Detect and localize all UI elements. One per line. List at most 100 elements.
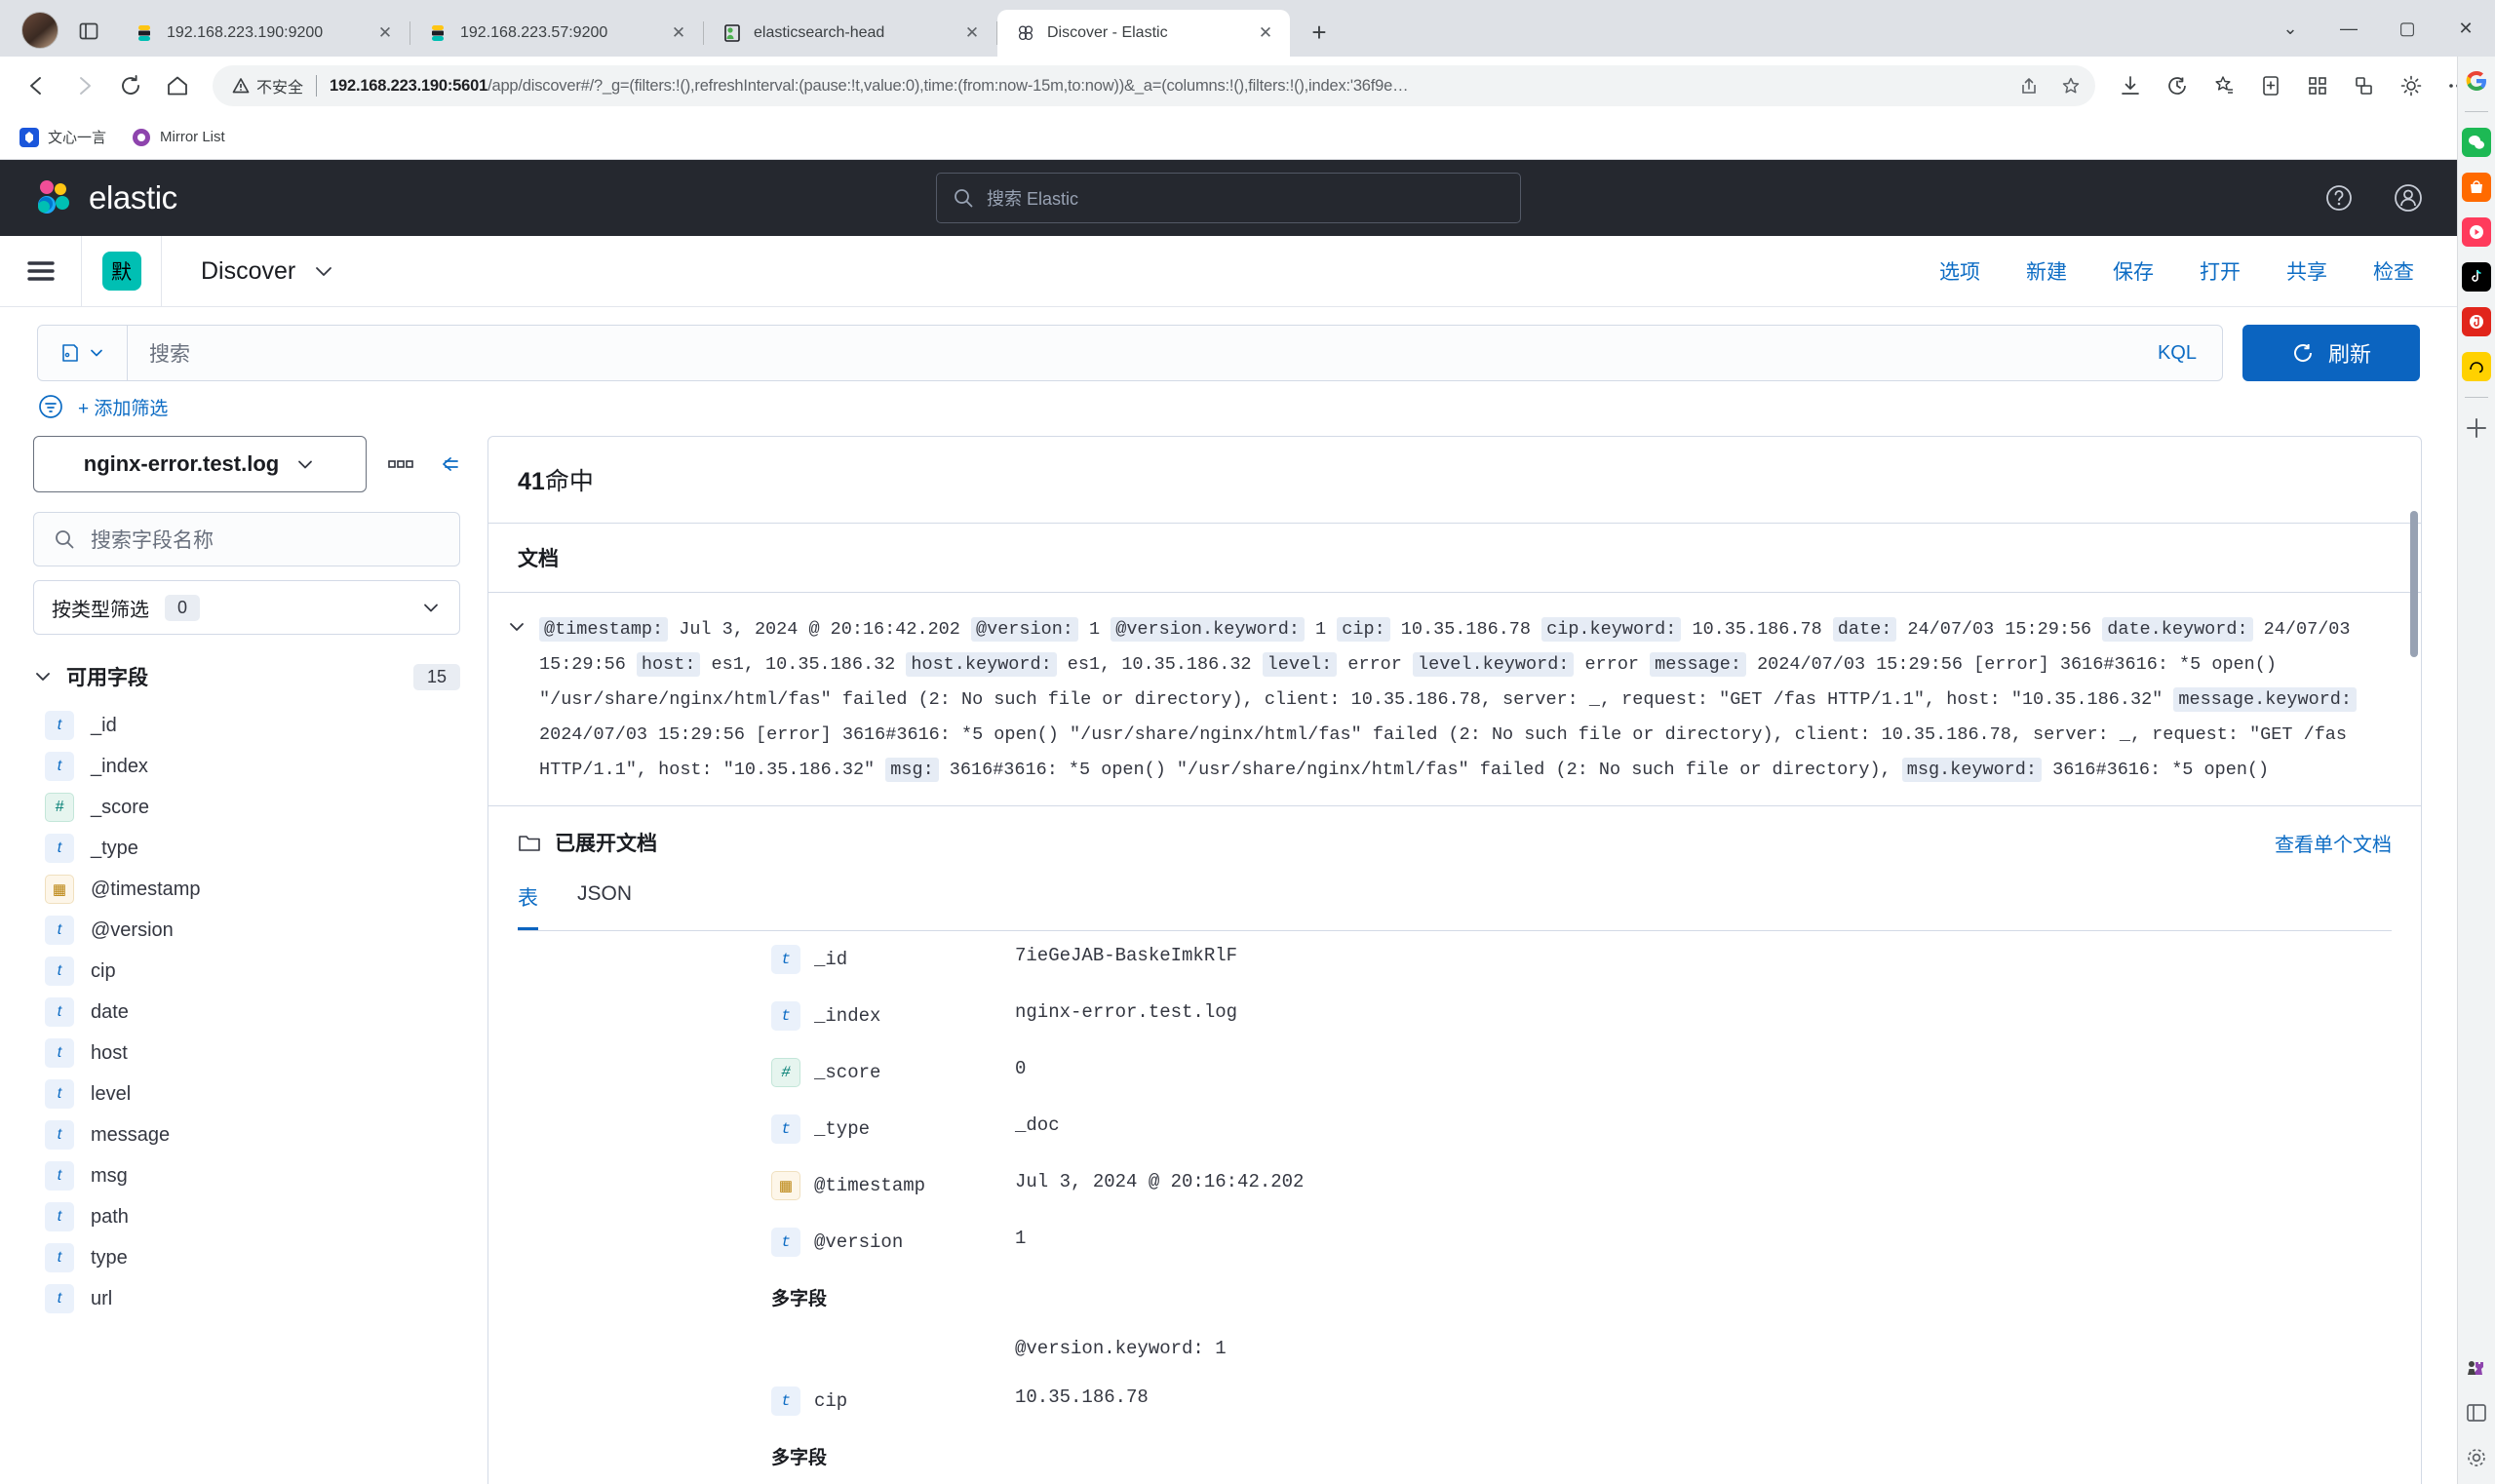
minimize-button[interactable]: — (2320, 12, 2378, 45)
chevron-down-icon[interactable] (312, 259, 335, 283)
bookmark-item[interactable]: 文心一言 (19, 127, 106, 147)
list-item[interactable]: t cip (33, 951, 460, 992)
gear-icon[interactable] (2462, 1443, 2491, 1472)
list-item[interactable]: ▦ @timestamp (33, 869, 460, 910)
brightness-icon[interactable] (2388, 62, 2435, 109)
close-icon[interactable]: ✕ (372, 20, 398, 46)
browser-tab-active[interactable]: Discover - Elastic ✕ (997, 10, 1290, 57)
field-search-input[interactable]: 搜索字段名称 (33, 512, 460, 566)
list-item[interactable]: t message (33, 1114, 460, 1155)
string-type-icon: t (45, 711, 74, 740)
new-tab-button[interactable]: + (1300, 13, 1339, 52)
close-window-button[interactable]: ✕ (2437, 12, 2495, 45)
history-icon[interactable] (2154, 62, 2201, 109)
nav-action-options[interactable]: 选项 (1939, 256, 1980, 286)
list-item[interactable]: # _score (33, 787, 460, 828)
list-item[interactable]: t _id (33, 705, 460, 746)
chevron-down-icon[interactable]: ⌄ (2261, 12, 2320, 45)
help-icon[interactable] (2324, 183, 2354, 213)
table-row[interactable]: @timestamp: Jul 3, 2024 @ 20:16:42.202 @… (488, 593, 2421, 806)
add-page-icon[interactable] (2247, 62, 2294, 109)
google-icon[interactable] (2462, 66, 2491, 96)
table-row: t _id 7ieGeJAB-BaskeImkRlF (518, 931, 2392, 988)
list-item[interactable]: t _type (33, 828, 460, 869)
bookmark-item[interactable]: Mirror List (132, 128, 225, 147)
available-fields-header[interactable]: 可用字段 15 (33, 662, 460, 691)
panel-icon[interactable] (2462, 1398, 2491, 1427)
account-icon[interactable] (2393, 182, 2424, 214)
chess-piece-icon[interactable] (2462, 1353, 2491, 1383)
nav-action-save[interactable]: 保存 (2113, 256, 2154, 286)
query-bar[interactable]: 搜索 KQL (37, 325, 2223, 381)
field-name: @version (91, 918, 174, 941)
address-bar[interactable]: 不安全 192.168.223.190:5601/app/discover#/?… (213, 65, 2095, 106)
field-value: 1 (1304, 619, 1338, 640)
collapse-sidebar-icon[interactable] (435, 453, 460, 475)
list-item[interactable]: t path (33, 1196, 460, 1237)
close-icon[interactable]: ✕ (1253, 20, 1278, 46)
nav-action-open[interactable]: 打开 (2200, 256, 2241, 286)
tiktok-icon[interactable] (2462, 262, 2491, 292)
nav-action-inspect[interactable]: 检查 (2373, 256, 2414, 286)
tab-json[interactable]: JSON (577, 882, 632, 930)
meituan-icon[interactable] (2462, 352, 2491, 381)
field-settings-icon[interactable] (388, 458, 413, 470)
hamburger-menu-button[interactable] (0, 236, 82, 306)
add-icon[interactable] (2462, 413, 2491, 443)
field-key: level.keyword: (1412, 652, 1575, 677)
close-icon[interactable]: ✕ (959, 20, 985, 46)
view-single-document-link[interactable]: 查看单个文档 (2275, 829, 2392, 857)
scrollbar-thumb[interactable] (2410, 511, 2418, 657)
downloads-icon[interactable] (2107, 62, 2154, 109)
tab-search-icon[interactable] (72, 15, 105, 48)
close-icon[interactable]: ✕ (666, 20, 691, 46)
wechat-icon[interactable] (2462, 128, 2491, 157)
reload-icon[interactable] (107, 62, 154, 109)
list-item[interactable]: t url (33, 1278, 460, 1319)
list-item[interactable]: t _index (33, 746, 460, 787)
list-item[interactable]: t type (33, 1237, 460, 1278)
global-search-input[interactable]: 搜索 Elastic (936, 173, 1521, 223)
filter-icon[interactable] (37, 393, 64, 420)
security-warning[interactable]: 不安全 (232, 74, 303, 98)
list-item[interactable]: t level (33, 1074, 460, 1114)
list-item[interactable]: t msg (33, 1155, 460, 1196)
jd-icon[interactable] (2462, 307, 2491, 336)
bookmark-star-icon[interactable] (2054, 69, 2087, 102)
shopping-bag-icon[interactable] (2462, 173, 2491, 202)
home-icon[interactable] (154, 62, 201, 109)
elastic-logo[interactable]: elastic (33, 177, 177, 218)
browser-tab[interactable]: elasticsearch-head ✕ (704, 10, 996, 57)
index-pattern-selector[interactable]: nginx-error.test.log (33, 436, 367, 492)
saved-query-button[interactable] (38, 326, 128, 380)
field-name: level (91, 1082, 132, 1105)
field-name-cell: 多字段 (771, 1429, 1015, 1483)
apps-grid-icon[interactable] (2294, 62, 2341, 109)
query-language-button[interactable]: KQL (2132, 342, 2222, 365)
refresh-button[interactable]: 刷新 (2242, 325, 2420, 381)
field-value: Jul 3, 2024 @ 20:16:42.202 (1015, 1171, 1305, 1192)
avatar[interactable] (21, 12, 58, 49)
video-app-icon[interactable] (2462, 217, 2491, 247)
add-filter-button[interactable]: + 添加筛选 (78, 394, 168, 420)
nav-action-new[interactable]: 新建 (2026, 256, 2067, 286)
collections-icon[interactable] (2201, 62, 2247, 109)
forward-icon[interactable] (60, 62, 107, 109)
list-item[interactable]: t host (33, 1033, 460, 1074)
nav-action-share[interactable]: 共享 (2286, 256, 2327, 286)
type-filter-button[interactable]: 按类型筛选 0 (33, 580, 460, 635)
string-type-icon: t (45, 957, 74, 986)
list-item[interactable]: t date (33, 992, 460, 1033)
expand-row-icon[interactable] (506, 612, 539, 788)
share-icon[interactable] (2012, 69, 2046, 102)
browser-tab[interactable]: 192.168.223.190:9200 ✕ (117, 10, 409, 57)
search-input[interactable]: 搜索 (128, 338, 2132, 368)
date-type-icon: ▦ (771, 1171, 800, 1200)
split-screen-icon[interactable] (2341, 62, 2388, 109)
space-selector-button[interactable]: 默 (82, 236, 162, 306)
list-item[interactable]: t @version (33, 910, 460, 951)
back-icon[interactable] (14, 62, 60, 109)
browser-tab[interactable]: 192.168.223.57:9200 ✕ (410, 10, 703, 57)
tab-table[interactable]: 表 (518, 882, 538, 930)
maximize-button[interactable]: ▢ (2378, 12, 2437, 45)
